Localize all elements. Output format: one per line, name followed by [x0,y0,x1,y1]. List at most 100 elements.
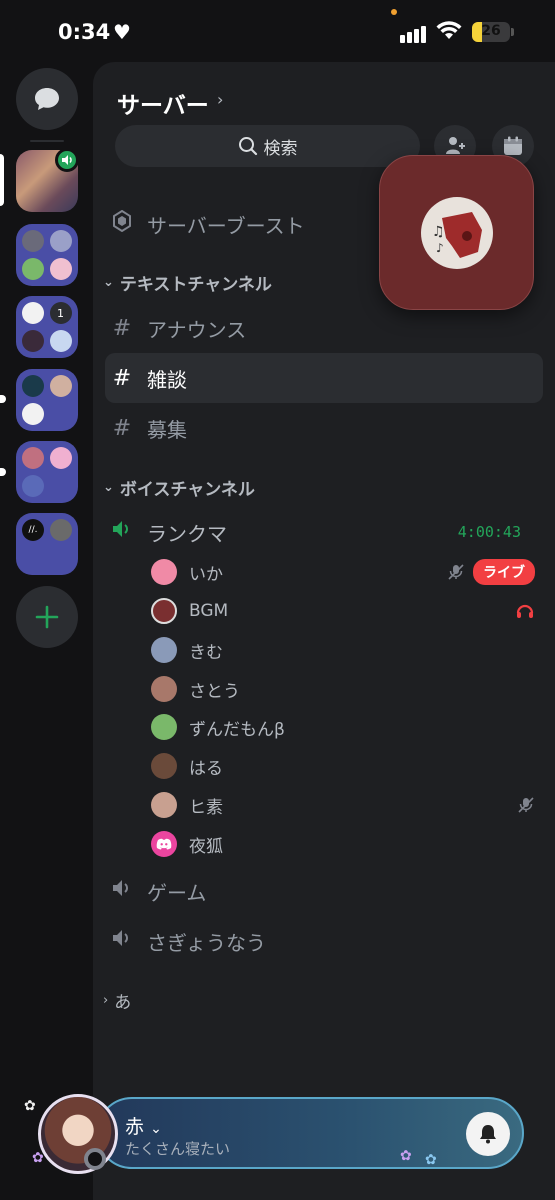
speaker-icon [105,928,139,954]
voice-channel-rankma[interactable]: ランクマ 4:00:43 [105,510,543,554]
channel-name: さぎょうなう [147,930,266,955]
voice-member[interactable]: いか ライブ [151,556,541,588]
voice-member[interactable]: ずんだもんβ [151,711,541,743]
direct-messages-button[interactable] [16,68,78,130]
server-rail: 1 //. [0,64,93,1200]
search-icon [238,137,257,156]
avatar [38,1094,118,1174]
notification-bell-button[interactable] [466,1112,510,1156]
add-server-button[interactable] [16,586,78,648]
speaker-icon [105,519,139,545]
wifi-icon [436,21,462,45]
server-name[interactable]: サーバー [117,86,209,120]
flower-icon: ✿ [425,1152,437,1168]
server-folder-3[interactable] [16,369,78,431]
folder-server-avatar [22,474,44,497]
svg-text:♫: ♫ [432,224,445,240]
chevron-right-icon[interactable]: › [217,90,223,109]
category-voice-channels[interactable]: ⌄ ボイスチャンネル [103,475,255,500]
floating-app-icon[interactable]: ♫ ♪ [379,155,534,310]
unread-indicator [0,468,6,476]
category-text-channels[interactable]: ⌄ テキストチャンネル [103,270,272,295]
folder-server-avatar [49,519,72,541]
folder-server-avatar [49,447,72,469]
voice-member[interactable]: はる [151,750,541,782]
server-folder-5[interactable]: //. [16,513,78,575]
voice-member[interactable]: さとう [151,673,541,705]
folder-server-avatar [22,402,44,425]
live-badge: ライブ [473,559,535,585]
member-name: いか [189,564,223,585]
plus-icon [35,605,59,629]
music-bot-icon: ♫ ♪ [420,196,493,269]
category-a-collapsed[interactable]: › あ [103,988,131,1013]
member-name: ずんだもんβ [189,719,285,740]
server-folder-1[interactable] [16,224,78,286]
search-label: 検索 [263,138,298,159]
channel-name: 募集 [147,417,187,442]
bell-icon [480,1125,496,1144]
member-name: さとう [189,681,240,702]
cellular-signal-icon [400,24,428,43]
mic-muted-icon [448,564,464,580]
voice-channel-game[interactable]: ゲーム [105,869,543,913]
member-name: ヒ素 [189,797,223,818]
channel-name: ゲーム [147,880,207,905]
channel-name: アナウンス [147,317,247,342]
voice-active-speaker-icon [55,148,79,172]
server-folder-4[interactable] [16,441,78,503]
avatar [151,676,177,702]
member-name: 夜狐 [189,836,223,857]
category-label: テキストチャンネル [119,275,272,295]
channel-announcements[interactable]: # アナウンス [105,305,543,351]
folder-server-avatar [49,375,72,397]
search-button[interactable]: 検索 [115,125,420,167]
channel-chat-selected[interactable]: # 雑談 [105,353,543,403]
headset-activity-icon [516,604,534,618]
folder-server-avatar [22,375,44,397]
heart-icon: ♥ [113,20,131,44]
category-label: ボイスチャンネル [119,480,255,500]
battery-level: 26 [481,23,501,39]
avatar [151,559,177,585]
member-name: きむ [189,642,223,663]
avatar [151,637,177,663]
member-name: はる [189,758,223,779]
folder-server-avatar [49,230,72,252]
voice-member[interactable]: きむ [151,634,541,666]
folder-server-avatar [22,329,44,352]
chevron-right-icon: › [103,993,109,1008]
hashtag-icon: # [112,365,132,391]
user-avatar-button[interactable]: ✿ ✿ ✿ [24,1090,120,1178]
user-custom-status: たくさん寝たい [125,1140,231,1158]
avatar [151,792,177,818]
voice-channel-sagyou[interactable]: さぎょうなう [105,919,543,963]
voice-member[interactable]: BGM [151,595,541,627]
voice-member[interactable]: ヒ素 [151,789,541,821]
chat-bubble-icon [35,88,59,110]
folder-server-avatar [22,230,44,252]
channel-name: 雑談 [147,367,187,392]
folder-server-avatar [22,257,44,280]
status-bar: 0:34 ♥ 26 [0,0,555,64]
server-folder-2[interactable]: 1 [16,296,78,358]
decoration-icon: ✿ [24,1098,36,1114]
voice-member[interactable]: 夜狐 [151,828,541,860]
status-indicator [84,1148,106,1170]
folder-server-avatar: //. [22,519,44,541]
chevron-down-icon: ⌄ [103,480,114,495]
selected-server-pill [0,154,4,206]
rail-separator [30,140,64,142]
channel-recruit[interactable]: # 募集 [105,405,543,451]
calendar-icon [504,136,522,155]
boost-gem-icon [105,209,139,238]
server-boost-label: サーバーブースト [147,213,305,238]
speaker-icon [105,878,139,904]
chevron-down-icon: ⌄ [103,275,114,290]
folder-server-avatar [49,329,72,352]
svg-text:♪: ♪ [436,241,444,255]
discord-logo-icon [156,838,172,850]
user-display-name[interactable]: 赤 ⌄ [125,1112,162,1139]
hashtag-icon: # [112,315,132,341]
category-label: あ [114,993,132,1013]
